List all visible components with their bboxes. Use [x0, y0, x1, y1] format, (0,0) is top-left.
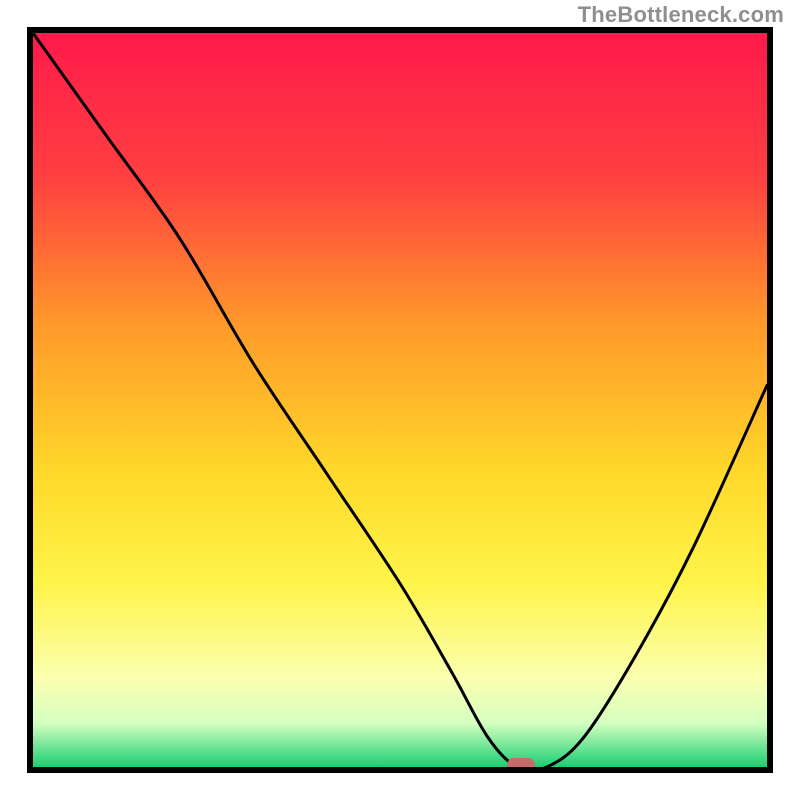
bottleneck-chart — [0, 0, 800, 800]
chart-container: TheBottleneck.com — [0, 0, 800, 800]
attribution-label: TheBottleneck.com — [578, 2, 784, 28]
chart-background — [33, 33, 767, 767]
